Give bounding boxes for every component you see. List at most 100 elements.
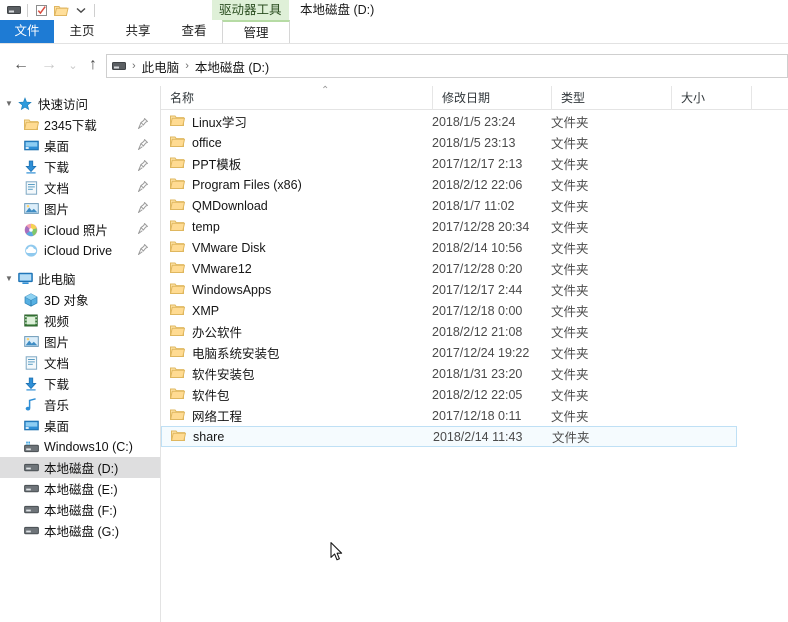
table-row[interactable]: 网络工程 2017/12/18 0:11 文件夹 [161, 405, 788, 426]
sidebar-item-label: 本地磁盘 (E:) [44, 483, 118, 497]
file-name: VMware Disk [192, 240, 266, 255]
column-header-name[interactable]: 名称 [161, 86, 432, 110]
file-type: 文件夹 [552, 431, 590, 445]
sidebar-item-desktop[interactable]: 桌面 [0, 135, 160, 156]
pin-icon[interactable] [137, 159, 149, 172]
pin-icon[interactable] [137, 201, 149, 214]
qat-separator-2 [94, 3, 95, 17]
table-row[interactable]: office 2018/1/5 23:13 文件夹 [161, 132, 788, 153]
file-name: office [192, 135, 222, 150]
chevron-down-icon[interactable]: ▼ [2, 99, 16, 108]
file-list-header[interactable]: 名称 ⌃ 修改日期 类型 大小 [161, 85, 788, 110]
tab-manage[interactable]: 管理 [222, 20, 290, 43]
file-type: 文件夹 [551, 116, 589, 130]
table-row[interactable]: XMP 2017/12/18 0:00 文件夹 [161, 300, 788, 321]
file-name: 网络工程 [192, 410, 243, 424]
file-date: 2018/1/5 23:24 [432, 114, 516, 129]
table-row[interactable]: 软件安装包 2018/1/31 23:20 文件夹 [161, 363, 788, 384]
quick-access-toolbar[interactable] [0, 0, 98, 20]
sidebar-item-documents[interactable]: 文档 [0, 177, 160, 198]
folder-icon [22, 117, 40, 133]
table-row[interactable]: 软件包 2018/2/12 22:05 文件夹 [161, 384, 788, 405]
3d-objects-icon [22, 292, 40, 308]
back-button[interactable]: ← [8, 52, 34, 78]
table-row[interactable]: VMware12 2017/12/28 0:20 文件夹 [161, 258, 788, 279]
sidebar-group-this-pc[interactable]: ▼ 此电脑 [0, 268, 160, 289]
sidebar-item-pictures[interactable]: 图片 [0, 198, 160, 219]
table-row[interactable]: VMware Disk 2018/2/14 10:56 文件夹 [161, 237, 788, 258]
column-header-date-modified[interactable]: 修改日期 [432, 86, 551, 110]
table-row[interactable]: 电脑系统安装包 2017/12/24 19:22 文件夹 [161, 342, 788, 363]
tab-share[interactable]: 共享 [110, 20, 166, 43]
sidebar-item-label: 桌面 [44, 140, 70, 154]
column-header-type[interactable]: 类型 [551, 86, 671, 110]
qat-customize-icon[interactable] [71, 1, 91, 19]
tab-view[interactable]: 查看 [166, 20, 222, 43]
table-row[interactable]: share 2018/2/14 11:43 文件夹 [161, 426, 737, 447]
title-bar: 驱动器工具 本地磁盘 (D:) [0, 0, 788, 20]
pin-icon[interactable] [137, 180, 149, 193]
table-row[interactable]: QMDownload 2018/1/7 11:02 文件夹 [161, 195, 788, 216]
file-date: 2018/2/12 22:05 [432, 387, 523, 402]
sidebar-item-music[interactable]: 音乐 [0, 394, 160, 415]
tab-file[interactable]: 文件 [0, 20, 54, 43]
sidebar-item-icloud-photos[interactable]: iCloud 照片 [0, 219, 160, 240]
table-row[interactable]: 办公软件 2018/2/12 21:08 文件夹 [161, 321, 788, 342]
sidebar-item-drive-e[interactable]: 本地磁盘 (E:) [0, 478, 160, 499]
breadcrumb-separator-1[interactable]: › [185, 60, 189, 72]
sidebar-item-drive-d[interactable]: 本地磁盘 (D:) [0, 457, 160, 478]
pin-icon[interactable] [137, 117, 149, 130]
sidebar-item-drive-g[interactable]: 本地磁盘 (G:) [0, 520, 160, 541]
ribbon-tab-strip[interactable]: 文件 主页 共享 查看 管理 [0, 20, 788, 43]
column-header-size[interactable]: 大小 [671, 86, 751, 110]
chevron-down-icon[interactable]: ▼ [2, 274, 16, 283]
pin-icon[interactable] [137, 222, 149, 235]
table-row[interactable]: WindowsApps 2017/12/17 2:44 文件夹 [161, 279, 788, 300]
pin-icon[interactable] [137, 243, 149, 256]
file-date: 2018/2/14 11:43 [433, 429, 523, 444]
folder-icon [169, 114, 186, 128]
qat-new-folder-icon[interactable] [51, 1, 71, 19]
column-header-spacer[interactable] [751, 86, 788, 110]
icloud-photos-icon [22, 222, 40, 238]
up-button[interactable]: ↑ [80, 52, 106, 78]
sidebar-item-2345download[interactable]: 2345下载 [0, 114, 160, 135]
sidebar-item-label: 下载 [44, 378, 70, 392]
breadcrumb-separator-0[interactable]: › [132, 60, 136, 72]
sidebar-item-videos[interactable]: 视频 [0, 310, 160, 331]
file-name: temp [192, 219, 220, 234]
sidebar-item-downloads[interactable]: 下载 [0, 156, 160, 177]
qat-properties-icon[interactable] [31, 1, 51, 19]
sidebar-item-drive-c[interactable]: Windows10 (C:) [0, 436, 160, 457]
file-list[interactable]: Linux学习 2018/1/5 23:24 文件夹 office 2018/1… [161, 111, 788, 622]
table-row[interactable]: Linux学习 2018/1/5 23:24 文件夹 [161, 111, 788, 132]
forward-button[interactable]: → [36, 52, 62, 78]
sidebar-item-pictures-pc[interactable]: 图片 [0, 331, 160, 352]
sidebar-item-documents-pc[interactable]: 文档 [0, 352, 160, 373]
breadcrumb-item-this-pc[interactable]: 此电脑 [142, 57, 180, 76]
explorer-system-icon[interactable] [4, 1, 24, 19]
sidebar-item-downloads-pc[interactable]: 下载 [0, 373, 160, 394]
address-bar[interactable]: › 此电脑 › 本地磁盘 (D:) [106, 54, 788, 78]
videos-icon [22, 313, 40, 329]
table-row[interactable]: temp 2017/12/28 20:34 文件夹 [161, 216, 788, 237]
sidebar-group-quick-access[interactable]: ▼ 快速访问 [0, 93, 160, 114]
pin-icon[interactable] [137, 138, 149, 151]
file-type: 文件夹 [551, 347, 589, 361]
tab-home[interactable]: 主页 [54, 20, 110, 43]
sidebar-item-icloud-drive[interactable]: iCloud Drive [0, 240, 160, 261]
file-type: 文件夹 [551, 200, 589, 214]
navigation-pane[interactable]: ▼ 快速访问 2345下载 桌面 下载 文档 图片 iCloud 照片 iClo… [0, 86, 160, 622]
sidebar-item-drive-f[interactable]: 本地磁盘 (F:) [0, 499, 160, 520]
sidebar-item-3d-objects[interactable]: 3D 对象 [0, 289, 160, 310]
sidebar-item-label: 图片 [44, 203, 70, 217]
sidebar-item-desktop-pc[interactable]: 桌面 [0, 415, 160, 436]
contextual-tab-group[interactable]: 驱动器工具 [212, 0, 289, 20]
breadcrumb-item-local-disk-d[interactable]: 本地磁盘 (D:) [195, 57, 269, 76]
table-row[interactable]: PPT模板 2017/12/17 2:13 文件夹 [161, 153, 788, 174]
folder-icon [169, 219, 186, 233]
file-name: PPT模板 [192, 158, 242, 172]
contextual-tab-drive-tools[interactable]: 驱动器工具 [212, 0, 289, 20]
table-row[interactable]: Program Files (x86) 2018/2/12 22:06 文件夹 [161, 174, 788, 195]
file-type: 文件夹 [551, 137, 589, 151]
